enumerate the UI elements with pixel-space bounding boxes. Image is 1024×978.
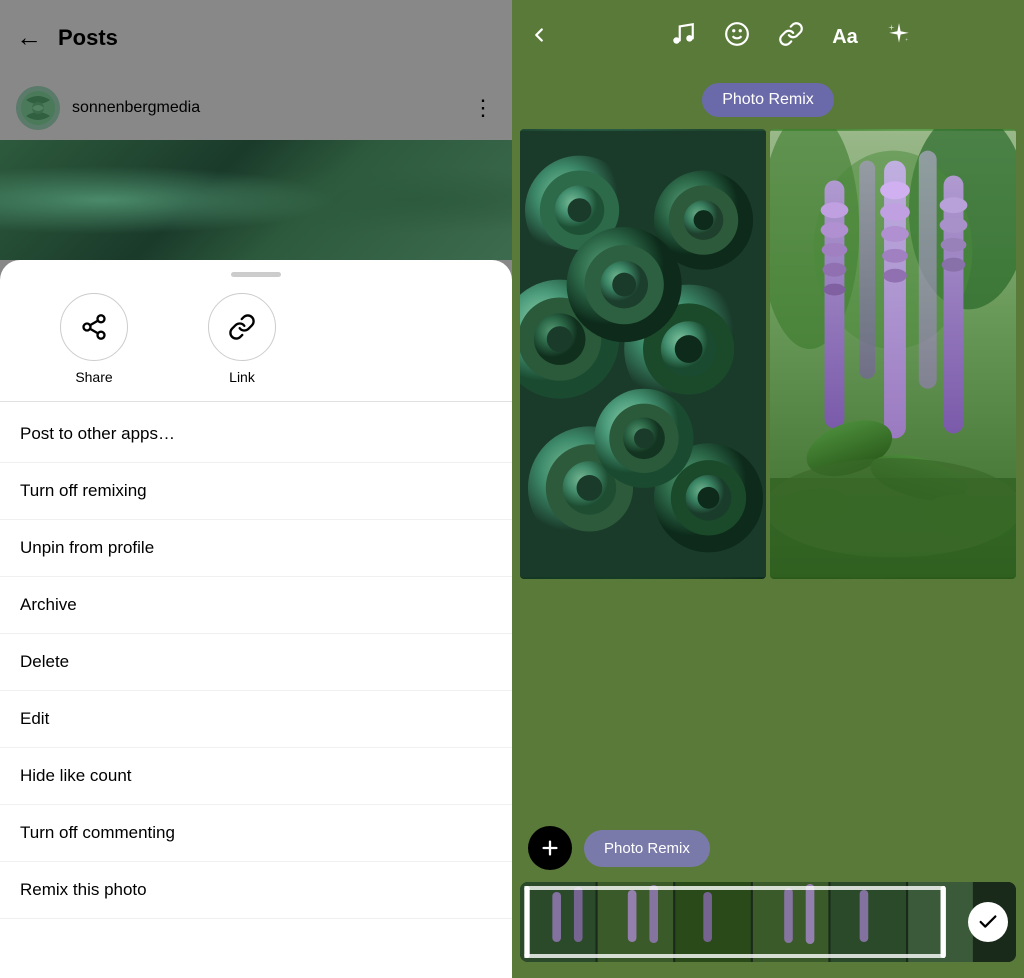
link-icon-circle (208, 293, 276, 361)
bottom-bar: Photo Remix (512, 818, 1024, 878)
left-panel: ← Posts sonnenbergmedia ⋮ (0, 0, 512, 978)
photo-area (512, 129, 1024, 579)
remix-badge-pill-top: Photo Remix (702, 83, 834, 117)
plus-button[interactable] (528, 826, 572, 870)
right-topbar: Aa (512, 0, 1024, 75)
bottom-controls: Photo Remix (512, 579, 1024, 978)
right-back-button[interactable] (528, 24, 550, 52)
menu-list: Post to other apps… Turn off remixing Un… (0, 406, 512, 919)
menu-item-edit[interactable]: Edit (0, 691, 512, 748)
sheet-handle (0, 260, 512, 285)
username-label: sonnenbergmedia (72, 99, 472, 117)
photo-remix-badge-top: Photo Remix (512, 83, 1024, 117)
menu-item-post-other[interactable]: Post to other apps… (0, 406, 512, 463)
bottom-sheet: Share Link Post to other apps… Turn off … (0, 260, 512, 978)
menu-item-archive[interactable]: Archive (0, 577, 512, 634)
squiggle-icon[interactable] (778, 21, 804, 54)
right-panel: Aa Photo Remix (512, 0, 1024, 978)
photo-right-lupines (770, 129, 1016, 579)
more-options-button[interactable]: ⋮ (472, 95, 496, 121)
text-icon[interactable]: Aa (832, 26, 858, 49)
music-icon[interactable] (670, 21, 696, 54)
background-image-strip (0, 140, 512, 260)
filmstrip (520, 882, 1016, 962)
action-icons-row: Share Link (0, 285, 512, 402)
profile-row: sonnenbergmedia ⋮ (0, 75, 512, 140)
filmstrip-check-button[interactable] (968, 902, 1008, 942)
photo-left-succulents (520, 129, 766, 579)
photo-remix-pill-bottom[interactable]: Photo Remix (584, 830, 710, 867)
top-bar: ← Posts (0, 0, 512, 75)
right-topbar-icons: Aa (574, 21, 1008, 54)
sparkle-icon[interactable] (886, 21, 912, 54)
emoji-icon[interactable] (724, 21, 750, 54)
menu-item-unpin[interactable]: Unpin from profile (0, 520, 512, 577)
link-action[interactable]: Link (208, 293, 276, 385)
menu-item-delete[interactable]: Delete (0, 634, 512, 691)
menu-item-turn-off-remixing[interactable]: Turn off remixing (0, 463, 512, 520)
share-icon-circle (60, 293, 128, 361)
avatar (16, 86, 60, 130)
filmstrip-inner (520, 882, 1016, 962)
back-button[interactable]: ← (16, 22, 42, 53)
share-label: Share (75, 369, 112, 385)
link-label: Link (229, 369, 255, 385)
handle-bar (231, 272, 281, 277)
page-title: Posts (58, 25, 496, 51)
menu-item-remix-photo[interactable]: Remix this photo (0, 862, 512, 919)
menu-item-hide-like[interactable]: Hide like count (0, 748, 512, 805)
menu-item-turn-off-commenting[interactable]: Turn off commenting (0, 805, 512, 862)
share-action[interactable]: Share (60, 293, 128, 385)
